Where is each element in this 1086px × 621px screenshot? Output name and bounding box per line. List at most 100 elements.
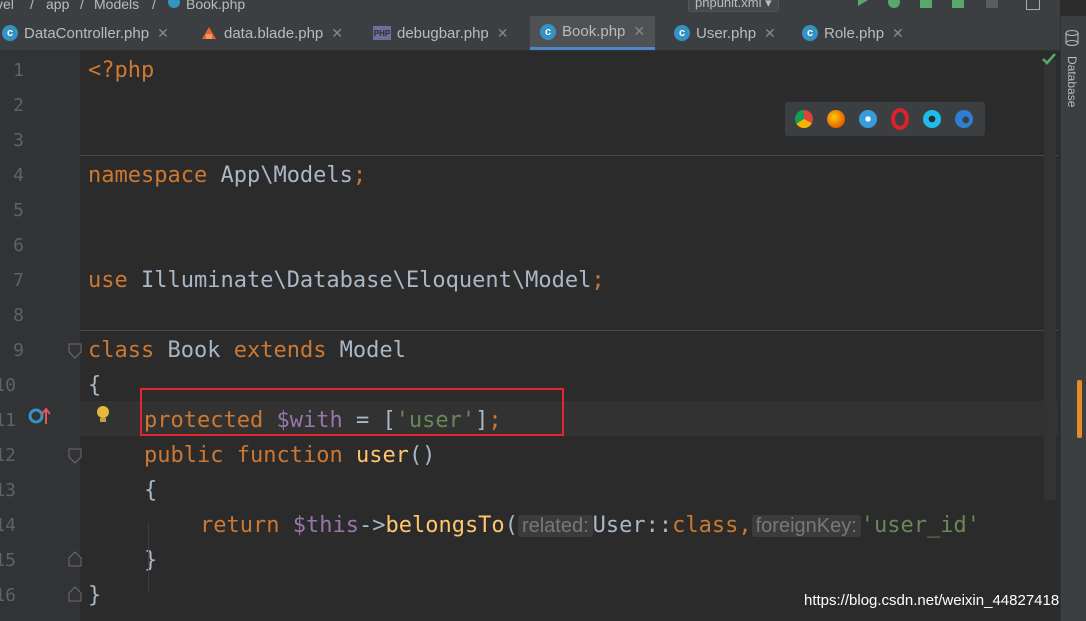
breadcrumb-project[interactable]: vel <box>0 0 14 12</box>
tab-book[interactable]: c Book.php ✕ <box>530 16 656 50</box>
breadcrumb-models[interactable]: Models <box>94 0 139 12</box>
tab-label: User.php <box>696 24 757 42</box>
tab-label: debugbar.php <box>397 24 489 42</box>
tab-label: Book.php <box>562 23 626 40</box>
line-number: 14 <box>0 515 16 536</box>
code-line-12: public function user() <box>144 438 435 473</box>
code-line-14: return $this->belongsTo(related: User::cl… <box>200 508 980 543</box>
tab-datacontroller[interactable]: c DataController.php ✕ <box>0 16 169 50</box>
parent-class: Model <box>326 338 406 363</box>
code-line-10: { <box>88 373 102 398</box>
close-icon[interactable]: ✕ <box>497 25 509 42</box>
highlight-box <box>140 388 564 436</box>
scrollbar-track[interactable] <box>1044 60 1056 500</box>
breadcrumb-file[interactable]: Book.php <box>186 0 245 12</box>
editor-tabs: c DataController.php ✕ data.blade.php ✕ … <box>0 16 1060 51</box>
debug-icon[interactable] <box>888 0 900 8</box>
line-number: 7 <box>13 270 24 291</box>
code-line-16: } <box>88 583 102 608</box>
lightbulb-icon[interactable] <box>95 405 111 425</box>
browser-preview-bar <box>785 102 985 136</box>
window-icon[interactable] <box>1026 0 1040 10</box>
line-number: 10 <box>0 375 16 396</box>
method-call: belongsTo <box>385 513 505 538</box>
close-icon[interactable]: ✕ <box>157 25 169 42</box>
code-line-4: namespace App\Models; <box>88 158 366 193</box>
this-variable: $this <box>279 513 359 538</box>
tab-debugbar[interactable]: PHP debugbar.php ✕ <box>373 16 509 50</box>
override-method-icon[interactable] <box>28 406 52 426</box>
line-number: 16 <box>0 585 16 606</box>
line-number-gutter[interactable]: 1 2 3 4 5 6 7 8 9 10 11 12 13 14 15 16 <box>0 51 82 621</box>
line-number: 2 <box>13 95 24 116</box>
profile-icon[interactable] <box>952 0 964 8</box>
line-number: 3 <box>13 130 24 151</box>
stop-icon[interactable] <box>986 0 998 8</box>
chrome-icon[interactable] <box>795 110 813 128</box>
class-name: Book <box>154 338 234 363</box>
php-class-icon: c <box>802 25 818 41</box>
scrollbar-thumb[interactable] <box>1077 380 1082 438</box>
public-keyword: public <box>144 443 224 468</box>
close-icon[interactable]: ✕ <box>331 25 343 42</box>
php-class-icon: c <box>540 23 556 40</box>
code-line-9: class Book extends Model <box>88 333 406 368</box>
comma: , <box>738 513 752 538</box>
watermark-text: https://blog.csdn.net/weixin_44827418 <box>804 592 1060 609</box>
class-reference: User:: <box>592 513 673 538</box>
string-literal: 'user_id' <box>860 513 981 538</box>
namespace-name: App\Models <box>207 163 353 188</box>
php-class-icon: c <box>2 25 18 41</box>
coverage-icon[interactable] <box>920 0 932 8</box>
run-config-select[interactable]: phpunit.xml ▾ <box>688 0 779 12</box>
import-name: Illuminate\Database\Eloquent\Model <box>127 268 592 293</box>
close-icon[interactable]: ✕ <box>892 25 904 42</box>
use-keyword: use <box>88 268 128 293</box>
tab-label: DataController.php <box>24 24 150 42</box>
opera-icon[interactable] <box>891 108 909 130</box>
code-line-1: <?php <box>88 58 155 83</box>
database-icon[interactable] <box>1065 30 1079 46</box>
function-keyword: function <box>223 443 343 468</box>
tab-label: data.blade.php <box>224 24 324 42</box>
check-icon <box>1042 53 1056 65</box>
semicolon: ; <box>591 268 605 293</box>
tab-role[interactable]: c Role.php ✕ <box>802 16 904 50</box>
arrow-operator: -> <box>358 513 386 538</box>
tab-user[interactable]: c User.php ✕ <box>674 16 776 50</box>
run-config-label: phpunit.xml <box>695 0 762 10</box>
run-icon[interactable] <box>858 0 868 6</box>
breadcrumb-separator: / <box>80 0 84 12</box>
breadcrumb-app[interactable]: app <box>46 0 69 12</box>
function-name: user <box>342 443 409 468</box>
line-number: 13 <box>0 480 16 501</box>
class-keyword: class <box>672 513 739 538</box>
line-number: 9 <box>13 340 24 361</box>
line-number: 1 <box>13 60 24 81</box>
parameter-hint: foreignKey: <box>751 515 861 537</box>
line-number: 15 <box>0 550 16 571</box>
close-icon[interactable]: ✕ <box>633 23 645 40</box>
php-file-icon: PHP <box>373 26 391 40</box>
extends-keyword: extends <box>233 338 327 363</box>
line-number: 8 <box>13 305 24 326</box>
code-editor[interactable]: <?php namespace App\Models; use Illumina… <box>80 51 1060 621</box>
line-number: 6 <box>13 235 24 256</box>
database-tool-label[interactable]: Database <box>1065 56 1079 107</box>
php-class-icon: c <box>674 25 690 41</box>
php-class-icon <box>168 0 180 8</box>
open-paren: ( <box>504 513 518 538</box>
parentheses: () <box>408 443 436 468</box>
ie-icon[interactable] <box>923 110 941 128</box>
edge-icon[interactable] <box>955 110 973 128</box>
close-icon[interactable]: ✕ <box>764 25 776 42</box>
firefox-icon[interactable] <box>827 110 845 128</box>
tab-data-blade[interactable]: data.blade.php ✕ <box>200 16 343 50</box>
namespace-keyword: namespace <box>88 163 208 188</box>
navigation-bar: vel / app / Models / Book.php phpunit.xm… <box>0 0 1060 16</box>
class-keyword: class <box>88 338 155 363</box>
semicolon: ; <box>352 163 367 188</box>
parameter-hint: related: <box>517 515 593 537</box>
blade-icon <box>200 25 218 41</box>
safari-icon[interactable] <box>859 110 877 128</box>
